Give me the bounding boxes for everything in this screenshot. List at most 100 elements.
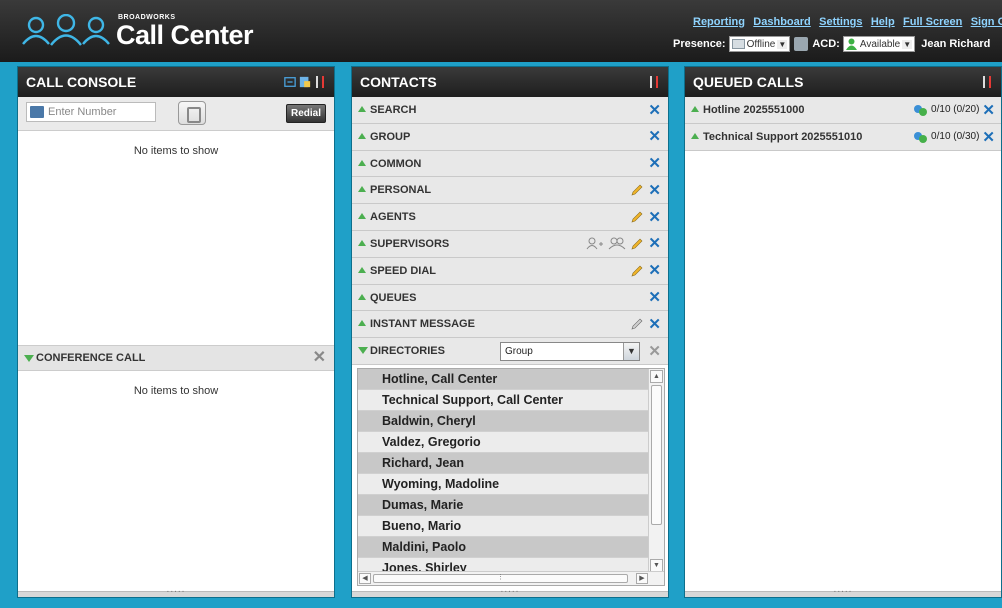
dial-number-input[interactable] [48, 106, 148, 118]
contacts-section-instant-message[interactable]: INSTANT MESSAGE ✕ [352, 311, 668, 339]
close-icon[interactable]: ✕ [982, 103, 995, 118]
pencil-icon[interactable] [630, 237, 644, 251]
tools-icon[interactable] [314, 75, 326, 89]
chevron-down-icon[interactable]: ▼ [623, 343, 639, 361]
presence-select[interactable]: Offline ▼ [728, 36, 791, 52]
supervisor-group-icon[interactable] [608, 237, 626, 250]
nav-full-screen-link[interactable]: Full Screen [903, 16, 962, 28]
nav-sign-out-link[interactable]: Sign Ou [971, 16, 1002, 28]
collapse-arrow-icon [358, 347, 368, 355]
close-icon[interactable]: ✕ [648, 210, 661, 225]
list-item[interactable]: Bueno, Mario [358, 516, 648, 537]
expand-arrow-icon [358, 266, 366, 273]
acd-state-select[interactable]: Available ▼ [842, 36, 916, 52]
calls-empty-message: No items to show [133, 145, 219, 157]
tools-icon[interactable] [981, 75, 993, 89]
presence-value: Offline [746, 38, 776, 50]
close-icon[interactable]: ✕ [648, 129, 661, 144]
section-label: DIRECTORIES [370, 345, 445, 358]
list-item[interactable]: Richard, Jean [358, 453, 648, 474]
expand-arrow-icon [358, 106, 366, 112]
dial-button[interactable] [178, 101, 206, 125]
tools-icon[interactable] [648, 75, 660, 89]
pencil-icon[interactable] [630, 317, 644, 331]
queued-calls-header: QUEUED CALLS [685, 67, 1001, 97]
list-item[interactable]: Valdez, Gregorio [358, 432, 648, 453]
contacts-section-speed-dial[interactable]: SPEED DIAL ✕ [352, 257, 668, 285]
close-icon[interactable]: ✕ [648, 290, 661, 305]
queue-row-technical-support[interactable]: Technical Support 2025551010 0/10 (0/30)… [685, 124, 1001, 151]
contacts-section-supervisors[interactable]: SUPERVISORS ✕ [352, 230, 668, 258]
queue-row-hotline[interactable]: Hotline 2025551000 0/10 (0/20) ✕ [685, 97, 1001, 124]
queue-status-icon [914, 131, 928, 143]
close-icon[interactable]: ✕ [648, 263, 661, 278]
list-item[interactable]: Hotline, Call Center [358, 369, 648, 390]
close-icon[interactable]: ✕ [648, 156, 661, 171]
scroll-thumb[interactable]: ⋮ [373, 574, 628, 583]
acd-phone-icon[interactable] [794, 37, 809, 51]
contacts-section-agents[interactable]: AGENTS ✕ [352, 204, 668, 231]
presence-label: Presence: [673, 38, 726, 50]
list-item[interactable]: Dumas, Marie [358, 495, 648, 516]
pencil-icon[interactable] [630, 264, 644, 278]
queue-stats: 0/10 (0/20) [931, 104, 980, 115]
call-history-icon[interactable] [284, 75, 296, 89]
section-label: QUEUES [370, 291, 417, 304]
expand-arrow-icon [358, 239, 366, 246]
close-icon[interactable]: ✕ [648, 317, 661, 332]
resize-handle[interactable] [685, 591, 1001, 597]
nav-help-link[interactable]: Help [871, 16, 895, 28]
list-item[interactable]: Technical Support, Call Center [358, 390, 648, 411]
resize-handle[interactable] [18, 591, 334, 597]
close-icon[interactable]: ✕ [313, 346, 326, 370]
nav-reporting-link[interactable]: Reporting [693, 16, 745, 28]
conference-empty-message: No items to show [133, 385, 219, 397]
directory-filter-select[interactable]: Group ▼ [500, 342, 640, 362]
scroll-up-icon[interactable]: ▲ [650, 370, 663, 383]
add-supervisor-icon[interactable] [586, 237, 604, 250]
dial-number-box [26, 102, 156, 122]
close-icon[interactable]: ✕ [648, 344, 661, 359]
address-book-icon[interactable] [30, 106, 44, 118]
vertical-scrollbar[interactable]: ▲ ▼ [648, 369, 664, 573]
section-label: SEARCH [370, 104, 417, 116]
pencil-icon[interactable] [630, 183, 644, 197]
section-label: AGENTS [370, 211, 416, 224]
close-icon[interactable]: ✕ [648, 236, 661, 251]
queue-name: Technical Support 2025551010 [703, 131, 863, 143]
contacts-section-group[interactable]: GROUP ✕ [352, 123, 668, 151]
close-icon[interactable]: ✕ [648, 103, 661, 118]
dial-bar: Redial [18, 97, 334, 131]
resize-handle[interactable] [352, 591, 668, 597]
contacts-section-search[interactable]: SEARCH ✕ [352, 97, 668, 124]
nav-dashboard-link[interactable]: Dashboard [753, 16, 810, 28]
nav-settings-link[interactable]: Settings [819, 16, 862, 28]
close-icon[interactable]: ✕ [648, 183, 661, 198]
chevron-down-icon: ▼ [902, 39, 913, 49]
contacts-section-directories[interactable]: DIRECTORIES Group ▼ ✕ [352, 338, 668, 365]
scroll-thumb[interactable] [651, 385, 662, 525]
expand-arrow-icon [358, 159, 366, 166]
list-item[interactable]: Wyoming, Madoline [358, 474, 648, 495]
contacts-section-common[interactable]: COMMON ✕ [352, 150, 668, 178]
horizontal-scrollbar[interactable]: ◀ ⋮ ▶ [358, 571, 664, 585]
redial-button[interactable]: Redial [285, 104, 326, 123]
close-icon[interactable]: ✕ [982, 130, 995, 145]
presence-bar: Presence: Offline ▼ ACD: Available ▼ Jea… [673, 36, 990, 52]
queue-name: Hotline 2025551000 [703, 104, 805, 116]
directory-rows: Hotline, Call Center Technical Support, … [358, 369, 648, 573]
list-item[interactable]: Baldwin, Cheryl [358, 411, 648, 432]
expand-arrow-icon [358, 186, 366, 193]
conference-call-header[interactable]: CONFERENCE CALL ✕ [18, 345, 334, 371]
pencil-icon[interactable] [630, 210, 644, 224]
scroll-left-icon[interactable]: ◀ [359, 573, 371, 584]
contacts-section-personal[interactable]: PERSONAL ✕ [352, 177, 668, 205]
section-label: SUPERVISORS [370, 237, 450, 250]
section-label: PERSONAL [370, 184, 432, 197]
notes-icon[interactable] [299, 75, 311, 89]
call-console-panel: CALL CONSOLE Redial No items to show CON… [17, 66, 335, 598]
list-item[interactable]: Maldini, Paolo [358, 537, 648, 558]
contacts-section-queues[interactable]: QUEUES ✕ [352, 284, 668, 312]
scroll-right-icon[interactable]: ▶ [636, 573, 648, 584]
active-calls-list: No items to show [18, 131, 334, 345]
